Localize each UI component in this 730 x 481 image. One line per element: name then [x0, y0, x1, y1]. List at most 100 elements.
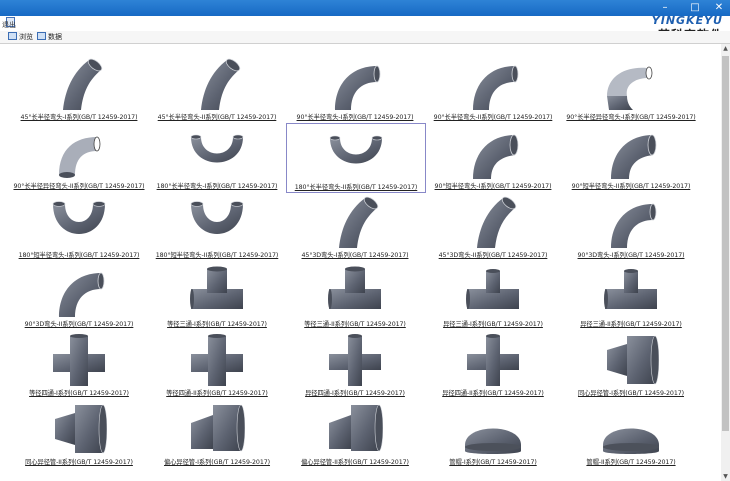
part-thumbnail[interactable] — [189, 332, 245, 388]
part-thumbnail[interactable] — [603, 401, 659, 457]
part-thumbnail[interactable] — [189, 263, 245, 319]
part-label[interactable]: 90°长半径弯头-I系列(GB/T 12459-2017) — [286, 112, 424, 121]
part-item[interactable]: 偏心异径管-II系列(GB/T 12459-2017) — [286, 399, 424, 467]
part-label[interactable]: 90°长半径异径弯头-I系列(GB/T 12459-2017) — [562, 112, 700, 121]
part-thumbnail[interactable] — [465, 56, 521, 112]
part-label[interactable]: 45°长半径弯头-I系列(GB/T 12459-2017) — [10, 112, 148, 121]
part-item[interactable]: 45°长半径弯头-I系列(GB/T 12459-2017) — [10, 54, 148, 122]
part-label[interactable]: 管帽-I系列(GB/T 12459-2017) — [424, 457, 562, 466]
part-item[interactable]: 异径三通-I系列(GB/T 12459-2017) — [424, 261, 562, 329]
part-label[interactable]: 等径三通-I系列(GB/T 12459-2017) — [148, 319, 286, 328]
part-label[interactable]: 偏心异径管-II系列(GB/T 12459-2017) — [286, 457, 424, 466]
part-thumbnail[interactable] — [327, 56, 383, 112]
part-thumbnail[interactable] — [51, 401, 107, 457]
part-item[interactable]: 异径三通-II系列(GB/T 12459-2017) — [562, 261, 700, 329]
tab-data-label: 数据 — [48, 33, 62, 41]
part-label[interactable]: 180°长半径弯头-I系列(GB/T 12459-2017) — [148, 181, 286, 190]
part-label[interactable]: 异径三通-II系列(GB/T 12459-2017) — [562, 319, 700, 328]
part-thumbnail[interactable] — [327, 401, 383, 457]
part-label[interactable]: 90°3D弯头-II系列(GB/T 12459-2017) — [10, 319, 148, 328]
part-label[interactable]: 异径四通-I系列(GB/T 12459-2017) — [286, 388, 424, 397]
maximize-button[interactable]: □ — [688, 1, 702, 15]
part-label[interactable]: 异径四通-II系列(GB/T 12459-2017) — [424, 388, 562, 397]
part-label[interactable]: 90°长半径异径弯头-II系列(GB/T 12459-2017) — [10, 181, 148, 190]
part-thumbnail[interactable] — [189, 401, 245, 457]
part-item[interactable]: 45°长半径弯头-II系列(GB/T 12459-2017) — [148, 54, 286, 122]
part-thumbnail[interactable] — [51, 332, 107, 388]
part-thumbnail[interactable] — [465, 194, 521, 250]
part-item[interactable]: 异径四通-II系列(GB/T 12459-2017) — [424, 330, 562, 398]
part-item[interactable]: 管帽-I系列(GB/T 12459-2017) — [424, 399, 562, 467]
part-item[interactable]: 90°长半径异径弯头-II系列(GB/T 12459-2017) — [10, 123, 148, 191]
part-thumbnail[interactable] — [327, 332, 383, 388]
scroll-up-icon[interactable]: ▲ — [721, 44, 730, 53]
part-label[interactable]: 管帽-II系列(GB/T 12459-2017) — [562, 457, 700, 466]
part-thumbnail[interactable] — [189, 194, 245, 250]
tab-browse[interactable]: 浏览 — [8, 32, 33, 42]
vertical-scrollbar[interactable]: ▲ ▼ — [721, 44, 730, 481]
part-item[interactable]: 90°长半径弯头-II系列(GB/T 12459-2017) — [424, 54, 562, 122]
part-label[interactable]: 异径三通-I系列(GB/T 12459-2017) — [424, 319, 562, 328]
part-thumbnail[interactable] — [465, 401, 521, 457]
part-item[interactable]: 等径三通-I系列(GB/T 12459-2017) — [148, 261, 286, 329]
part-thumbnail[interactable] — [51, 194, 107, 250]
part-item[interactable]: 同心异径管-II系列(GB/T 12459-2017) — [10, 399, 148, 467]
part-label[interactable]: 90°短半径弯头-II系列(GB/T 12459-2017) — [562, 181, 700, 190]
part-item[interactable]: 90°短半径弯头-I系列(GB/T 12459-2017) — [424, 123, 562, 191]
part-thumbnail[interactable] — [51, 56, 107, 112]
part-item[interactable]: 同心异径管-I系列(GB/T 12459-2017) — [562, 330, 700, 398]
part-thumbnail[interactable] — [327, 194, 383, 250]
part-item[interactable]: 90°3D弯头-I系列(GB/T 12459-2017) — [562, 192, 700, 260]
part-thumbnail[interactable] — [603, 125, 659, 181]
part-thumbnail[interactable] — [327, 263, 383, 319]
part-item[interactable]: 180°短半径弯头-II系列(GB/T 12459-2017) — [148, 192, 286, 260]
part-label[interactable]: 90°短半径弯头-I系列(GB/T 12459-2017) — [424, 181, 562, 190]
part-label[interactable]: 180°短半径弯头-II系列(GB/T 12459-2017) — [148, 250, 286, 259]
scroll-down-icon[interactable]: ▼ — [721, 472, 730, 481]
part-thumbnail[interactable] — [51, 263, 107, 319]
part-item[interactable]: 等径四通-I系列(GB/T 12459-2017) — [10, 330, 148, 398]
part-label[interactable]: 90°长半径弯头-II系列(GB/T 12459-2017) — [424, 112, 562, 121]
part-thumbnail[interactable] — [328, 126, 384, 182]
part-label[interactable]: 45°3D弯头-II系列(GB/T 12459-2017) — [424, 250, 562, 259]
part-item[interactable]: 45°3D弯头-II系列(GB/T 12459-2017) — [424, 192, 562, 260]
part-item[interactable]: 180°短半径弯头-I系列(GB/T 12459-2017) — [10, 192, 148, 260]
part-label[interactable]: 同心异径管-I系列(GB/T 12459-2017) — [562, 388, 700, 397]
part-thumbnail[interactable] — [465, 263, 521, 319]
part-thumbnail[interactable] — [603, 263, 659, 319]
part-thumbnail[interactable] — [465, 125, 521, 181]
part-label[interactable]: 45°长半径弯头-II系列(GB/T 12459-2017) — [148, 112, 286, 121]
part-label[interactable]: 偏心异径管-I系列(GB/T 12459-2017) — [148, 457, 286, 466]
part-item[interactable]: 180°长半径弯头-I系列(GB/T 12459-2017) — [148, 123, 286, 191]
minimize-button[interactable]: – — [658, 1, 672, 15]
scroll-thumb[interactable] — [722, 56, 729, 431]
part-label[interactable]: 等径三通-II系列(GB/T 12459-2017) — [286, 319, 424, 328]
part-label[interactable]: 90°3D弯头-I系列(GB/T 12459-2017) — [562, 250, 700, 259]
part-thumbnail[interactable] — [603, 194, 659, 250]
part-item[interactable]: 90°短半径弯头-II系列(GB/T 12459-2017) — [562, 123, 700, 191]
part-label[interactable]: 180°长半径弯头-II系列(GB/T 12459-2017) — [287, 182, 425, 191]
part-thumbnail[interactable] — [189, 56, 245, 112]
part-label[interactable]: 45°3D弯头-I系列(GB/T 12459-2017) — [286, 250, 424, 259]
part-item[interactable]: 偏心异径管-I系列(GB/T 12459-2017) — [148, 399, 286, 467]
part-item[interactable]: 45°3D弯头-I系列(GB/T 12459-2017) — [286, 192, 424, 260]
part-item[interactable]: 等径四通-II系列(GB/T 12459-2017) — [148, 330, 286, 398]
part-label[interactable]: 等径四通-II系列(GB/T 12459-2017) — [148, 388, 286, 397]
part-item[interactable]: 90°长半径弯头-I系列(GB/T 12459-2017) — [286, 54, 424, 122]
part-item[interactable]: 90°3D弯头-II系列(GB/T 12459-2017) — [10, 261, 148, 329]
part-thumbnail[interactable] — [465, 332, 521, 388]
tab-data[interactable]: 数据 — [37, 32, 62, 42]
part-thumbnail[interactable] — [51, 125, 107, 181]
part-item[interactable]: 90°长半径异径弯头-I系列(GB/T 12459-2017) — [562, 54, 700, 122]
part-thumbnail[interactable] — [603, 56, 659, 112]
part-label[interactable]: 180°短半径弯头-I系列(GB/T 12459-2017) — [10, 250, 148, 259]
part-item[interactable]: 等径三通-II系列(GB/T 12459-2017) — [286, 261, 424, 329]
part-thumbnail[interactable] — [603, 332, 659, 388]
part-label[interactable]: 等径四通-I系列(GB/T 12459-2017) — [10, 388, 148, 397]
close-button[interactable]: ✕ — [712, 1, 726, 15]
part-item[interactable]: 180°长半径弯头-II系列(GB/T 12459-2017) — [286, 123, 426, 193]
part-item[interactable]: 管帽-II系列(GB/T 12459-2017) — [562, 399, 700, 467]
part-label[interactable]: 同心异径管-II系列(GB/T 12459-2017) — [10, 457, 148, 466]
part-thumbnail[interactable] — [189, 125, 245, 181]
part-item[interactable]: 异径四通-I系列(GB/T 12459-2017) — [286, 330, 424, 398]
